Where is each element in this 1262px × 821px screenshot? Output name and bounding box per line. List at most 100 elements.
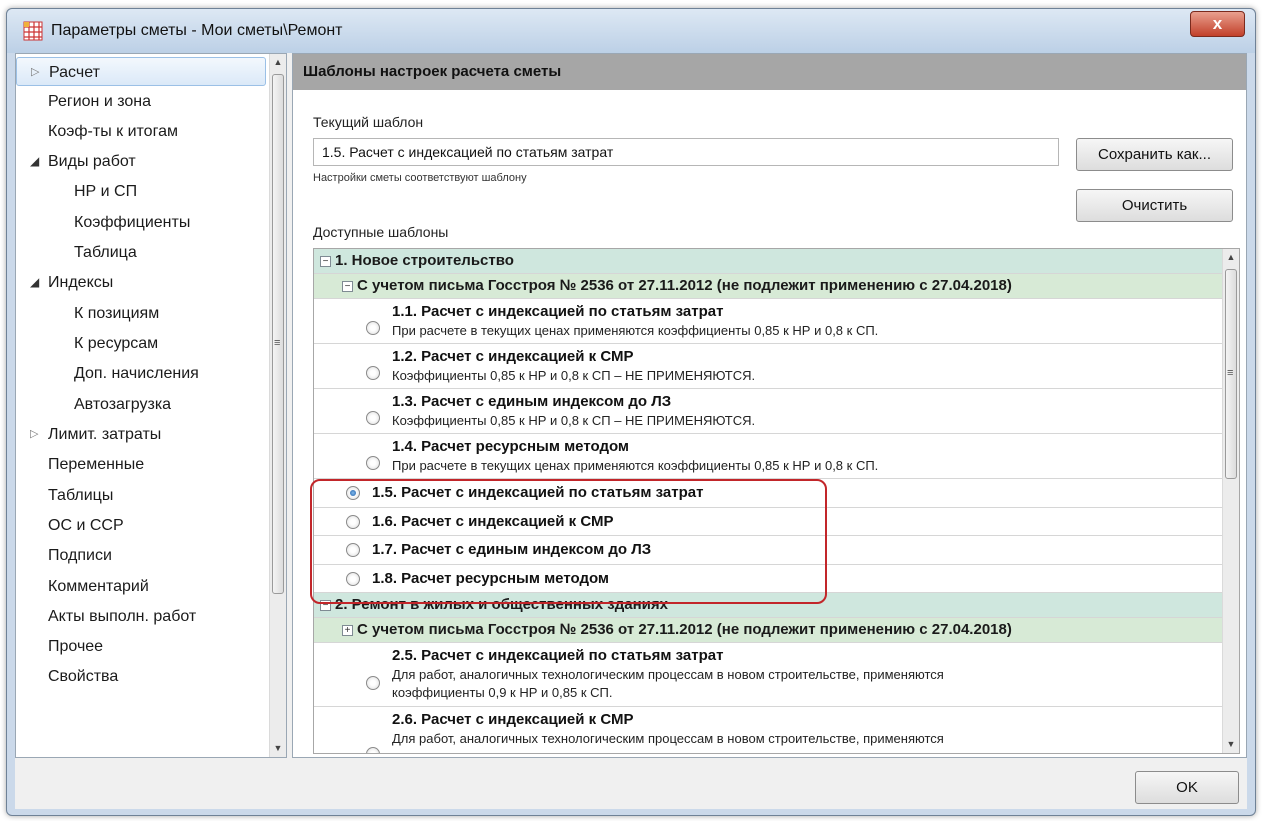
template-option[interactable]: 1.2. Расчет с индексацией к СМР Коэффицие… [314,344,1222,389]
settings-sidebar: ▷ Расчет Регион и зона Коэф-ты к итогам ◢ Вид… [15,53,287,758]
clear-button[interactable]: Очистить [1076,189,1233,222]
highlight-annotation [310,479,827,604]
close-button[interactable]: x [1190,11,1245,37]
option-description: Для работ, аналогичных технологическим п… [392,731,944,746]
sidebar-item[interactable]: ОС и ССР [16,511,266,540]
collapsed-arrow-icon[interactable]: ▷ [31,58,39,87]
radio-button[interactable] [366,676,380,690]
option-title: 1.2. Расчет с индексацией к СМР [392,348,634,365]
sidebar-item-label: Акты выполн. работ [48,608,197,625]
option-title: 2.5. Расчет с индексацией по статьям зат… [392,647,724,664]
app-icon [23,21,43,41]
collapsed-arrow-icon[interactable]: ▷ [30,420,38,449]
option-title: 1.3. Расчет с единым индексом до ЛЗ [392,393,672,410]
sidebar-item[interactable]: Таблицы [16,481,266,510]
available-templates-label: Доступные шаблоны [313,224,449,240]
sidebar-item[interactable]: Акты выполн. работ [16,602,266,631]
window-title: Параметры сметы - Мои сметы\Ремонт [51,22,343,39]
sidebar-item-label: Таблица [74,244,137,261]
sidebar-item[interactable]: Таблица [16,238,266,267]
template-option-2-5[interactable]: 2.5. Расчет с индексацией по статьям зат… [314,643,1222,707]
sidebar-item-label: Комментарий [48,578,149,595]
scroll-up-icon[interactable]: ▲ [270,54,286,71]
option-description: При расчете в текущих ценах применяются … [392,458,879,473]
option-description: При расчете в текущих ценах применяются … [392,323,879,338]
templates-panel: Шаблоны настроек расчета сметы Текущий ш… [292,53,1247,758]
group-row-new-construction[interactable]: −1. Новое строительство [314,249,1222,274]
sidebar-item[interactable]: Коэф-ты к итогам [16,117,266,146]
option-title: 2.6. Расчет с индексацией к СМР [392,711,634,728]
scrollbar-grip-icon: ≡ [1227,367,1234,379]
expanded-arrow-icon[interactable]: ◢ [30,147,39,176]
sidebar-item[interactable]: Свойства [16,662,266,691]
template-option[interactable]: 1.3. Расчет с единым индексом до ЛЗ Коэфф… [314,389,1222,434]
subgroup-label: С учетом письма Госстроя № 2536 от 27.11… [357,277,1012,294]
sidebar-item-label: К ресурсам [74,335,159,352]
sidebar-item-label: Регион и зона [48,93,151,110]
option-description: Для работ, аналогичных технологическим п… [392,667,944,682]
sidebar-item[interactable]: Коэффициенты [16,208,266,237]
sidebar-item-label: Доп. начисления [74,365,199,382]
option-title: 1.4. Расчет ресурсным методом [392,438,630,455]
sidebar-item-label: Индексы [48,274,114,291]
option-description: Коэффициенты 0,85 к НР и 0,8 к СП – НЕ П… [392,413,756,428]
ok-button[interactable]: OK [1135,771,1239,804]
sidebar-item-label: Подписи [48,547,112,564]
sidebar-item[interactable]: ◢ Индексы [16,268,266,297]
template-option-2-6[interactable]: 2.6. Расчет с индексацией к СМР Для рабо… [314,707,1222,753]
sidebar-item[interactable]: Автозагрузка [16,390,266,419]
scrollbar-grip-icon: ≡ [274,337,281,349]
template-match-note: Настройки сметы соответствуют шаблону [313,172,527,184]
sidebar-item[interactable]: ▷ Расчет [16,57,266,86]
sidebar-item-label: Лимит. затраты [48,426,162,443]
template-option[interactable]: 1.1. Расчет с индексацией по статьям зат… [314,299,1222,344]
sidebar-item-label: Переменные [48,456,145,473]
sidebar-item[interactable]: ◢ Виды работ [16,147,266,176]
sidebar-item-label: Коэф-ты к итогам [48,123,178,140]
sidebar-item-label: Коэффициенты [74,214,191,231]
sidebar-scrollbar[interactable]: ▲ ≡ ▼ [269,54,286,757]
tree-scrollbar[interactable]: ▲ ≡ ▼ [1222,249,1239,753]
current-template-field[interactable]: 1.5. Расчет с индексацией по статьям зат… [313,138,1059,166]
current-template-label: Текущий шаблон [313,114,424,130]
collapse-icon[interactable]: − [320,256,331,267]
sidebar-item[interactable]: К позициям [16,299,266,328]
expand-icon[interactable]: + [342,625,353,636]
sidebar-item-label: Виды работ [48,153,136,170]
sidebar-item[interactable]: К ресурсам [16,329,266,358]
sidebar-item[interactable]: Доп. начисления [16,359,266,388]
scroll-up-icon[interactable]: ▲ [1223,249,1239,266]
title-bar[interactable]: Параметры сметы - Мои сметы\Ремонт x [7,9,1255,53]
sidebar-item-label: НР и СП [74,183,138,200]
save-as-button[interactable]: Сохранить как... [1076,138,1233,171]
subgroup-row-gosstroy-letter[interactable]: − С учетом письма Госстроя № 2536 от 27.1… [314,274,1222,299]
template-option[interactable]: 1.4. Расчет ресурсным методом При расчете… [314,434,1222,479]
option-title: 1.1. Расчет с индексацией по статьям зат… [392,303,724,320]
sidebar-item[interactable]: Регион и зона [16,87,266,116]
group-label: 1. Новое строительство [335,252,514,269]
dialog-window: Параметры сметы - Мои сметы\Ремонт x ▷ Ра… [6,8,1256,816]
radio-button[interactable] [366,366,380,380]
radio-button[interactable] [366,321,380,335]
scroll-down-icon[interactable]: ▼ [270,740,286,757]
sidebar-item[interactable]: Подписи [16,541,266,570]
scrollbar-thumb[interactable] [272,74,284,594]
sidebar-item-label: Таблицы [48,487,114,504]
expanded-arrow-icon[interactable]: ◢ [30,268,39,297]
sidebar-item-label: Расчет [49,64,100,81]
collapse-icon[interactable]: − [342,281,353,292]
sidebar-item[interactable]: Комментарий [16,572,266,601]
radio-button[interactable] [366,747,380,753]
sidebar-item[interactable]: НР и СП [16,177,266,206]
sidebar-item[interactable]: Прочее [16,632,266,661]
dialog-client: ▷ Расчет Регион и зона Коэф-ты к итогам ◢ Вид… [15,53,1247,809]
sidebar-item-label: Свойства [48,668,119,685]
scroll-down-icon[interactable]: ▼ [1223,736,1239,753]
subgroup-row-gosstroy-letter-2[interactable]: + С учетом письма Госстроя № 2536 от 27.1… [314,618,1222,643]
radio-button[interactable] [366,456,380,470]
radio-button[interactable] [366,411,380,425]
sidebar-item[interactable]: ▷ Лимит. затраты [16,420,266,449]
sidebar-item[interactable]: Переменные [16,450,266,479]
close-icon: x [1212,14,1223,33]
sidebar-item-label: ОС и ССР [48,517,124,534]
